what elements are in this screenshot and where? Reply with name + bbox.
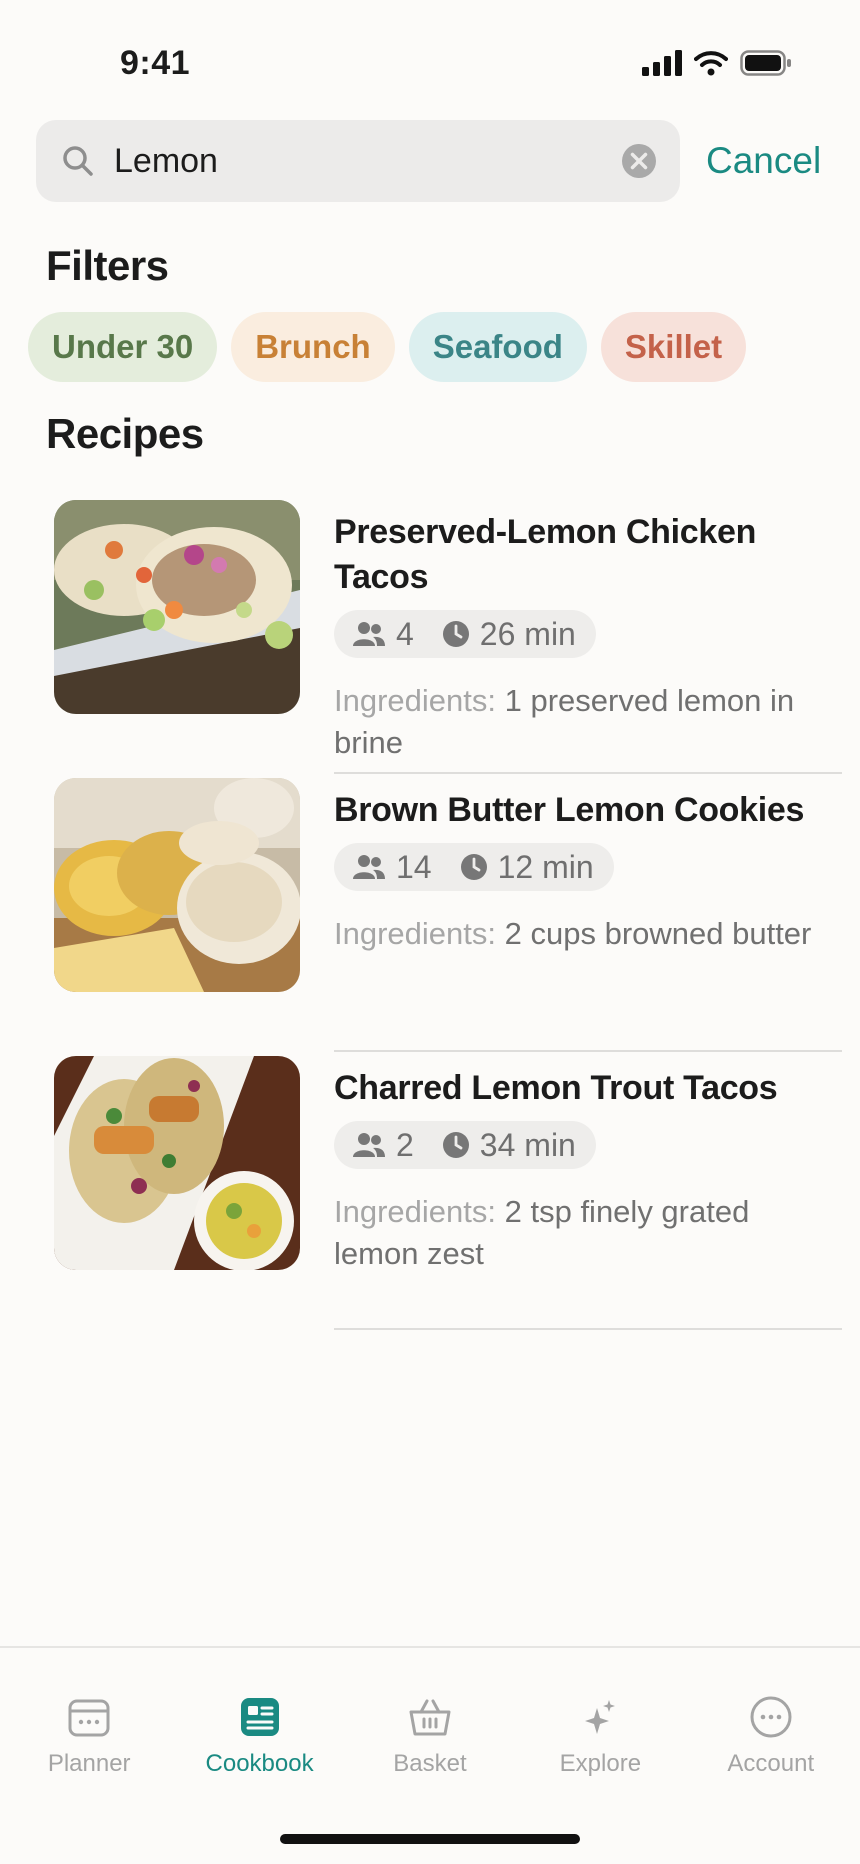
ingredients-label: Ingredients: xyxy=(334,916,496,951)
recipe-card[interactable]: Charred Lemon Trout Tacos 2 34 min Ingre… xyxy=(0,1052,860,1330)
tab-cookbook[interactable]: Cookbook xyxy=(180,1694,340,1778)
account-icon xyxy=(750,1696,792,1738)
cook-time: 12 min xyxy=(497,848,594,885)
tab-label: Cookbook xyxy=(205,1750,314,1777)
home-indicator xyxy=(280,1834,580,1844)
search-box[interactable] xyxy=(36,120,680,202)
explore-icon xyxy=(585,1700,616,1734)
ingredients-label: Ingredients: xyxy=(334,683,496,718)
clock-icon xyxy=(442,621,469,647)
recipe-meta: 14 12 min xyxy=(334,843,614,891)
recipe-card[interactable]: Preserved-Lemon Chicken Tacos 4 26 min I… xyxy=(0,496,860,774)
recipe-image xyxy=(54,500,300,714)
recipe-body: Preserved-Lemon Chicken Tacos 4 26 min I… xyxy=(334,510,842,764)
filter-chip-brunch[interactable]: Brunch xyxy=(231,312,395,382)
recipe-list: Preserved-Lemon Chicken Tacos 4 26 min I… xyxy=(0,496,860,1330)
recipe-meta: 4 26 min xyxy=(334,610,596,658)
planner-icon xyxy=(68,1699,110,1737)
recipe-body: Brown Butter Lemon Cookies 14 12 min Ing… xyxy=(334,788,842,955)
clear-icon[interactable] xyxy=(620,142,658,180)
people-icon xyxy=(353,1133,385,1157)
filter-chip-under-30[interactable]: Under 30 xyxy=(28,312,218,382)
filter-chip-skillet[interactable]: Skillet xyxy=(600,312,747,382)
clock-icon xyxy=(460,854,487,880)
tab-bar: Planner Cookbook Basket Explore Account xyxy=(0,1646,860,1864)
status-icons xyxy=(642,50,792,76)
ingredients-label: Ingredients: xyxy=(334,1194,496,1229)
tab-account[interactable]: Account xyxy=(691,1694,851,1778)
recipe-body: Charred Lemon Trout Tacos 2 34 min Ingre… xyxy=(334,1066,842,1275)
search-row: Cancel xyxy=(36,120,836,202)
servings-count: 14 xyxy=(396,848,432,885)
recipes-heading: Recipes xyxy=(46,410,204,457)
servings-group: 2 xyxy=(352,1127,414,1164)
servings-count: 2 xyxy=(396,1126,414,1163)
wifi-icon xyxy=(694,51,728,76)
filters-heading: Filters xyxy=(46,242,169,289)
servings-group: 14 xyxy=(352,849,432,886)
recipe-ingredients: Ingredients: 2 tsp finely grated lemon z… xyxy=(334,1191,842,1275)
tab-explore[interactable]: Explore xyxy=(520,1694,680,1778)
recipe-meta: 2 34 min xyxy=(334,1121,596,1169)
recipe-image xyxy=(54,1056,300,1270)
recipe-title: Brown Butter Lemon Cookies xyxy=(334,791,805,829)
people-icon xyxy=(353,622,385,646)
cook-time: 26 min xyxy=(479,615,576,652)
servings-count: 4 xyxy=(396,615,414,652)
status-bar: 9:41 xyxy=(0,0,860,110)
tab-label: Account xyxy=(727,1750,815,1777)
basket-icon xyxy=(409,1699,451,1736)
filter-chip-seafood[interactable]: Seafood xyxy=(408,312,587,382)
cellular-signal-icon xyxy=(642,50,682,76)
recipe-ingredients: Ingredients: 2 cups browned butter xyxy=(334,913,842,955)
tab-planner[interactable]: Planner xyxy=(9,1694,169,1778)
tab-label: Explore xyxy=(559,1750,642,1777)
recipe-image xyxy=(54,778,300,992)
ingredient-text: 2 cups browned butter xyxy=(504,916,812,951)
cancel-button[interactable]: Cancel xyxy=(706,140,821,182)
filter-chips: Under 30 Brunch Seafood Skillet xyxy=(28,312,747,382)
recipe-ingredients: Ingredients: 1 preserved lemon in brine xyxy=(334,680,842,764)
tab-label: Basket xyxy=(393,1750,467,1777)
cookbook-icon xyxy=(240,1698,279,1736)
divider xyxy=(334,1328,842,1330)
time-group: 12 min xyxy=(460,849,594,886)
clock-icon xyxy=(442,1132,469,1158)
servings-group: 4 xyxy=(352,616,414,653)
tab-basket[interactable]: Basket xyxy=(350,1694,510,1778)
recipe-title: Preserved-Lemon Chicken Tacos xyxy=(334,513,757,596)
people-icon xyxy=(353,855,385,879)
tab-label: Planner xyxy=(47,1750,131,1777)
time-group: 34 min xyxy=(442,1127,576,1164)
battery-icon xyxy=(740,50,791,76)
time-group: 26 min xyxy=(442,616,576,653)
search-icon xyxy=(63,146,93,176)
cook-time: 34 min xyxy=(479,1126,576,1163)
recipe-title: Charred Lemon Trout Tacos xyxy=(334,1069,778,1107)
search-input[interactable] xyxy=(114,141,620,181)
status-time: 9:41 xyxy=(120,44,191,82)
recipe-card[interactable]: Brown Butter Lemon Cookies 14 12 min Ing… xyxy=(0,774,860,1052)
